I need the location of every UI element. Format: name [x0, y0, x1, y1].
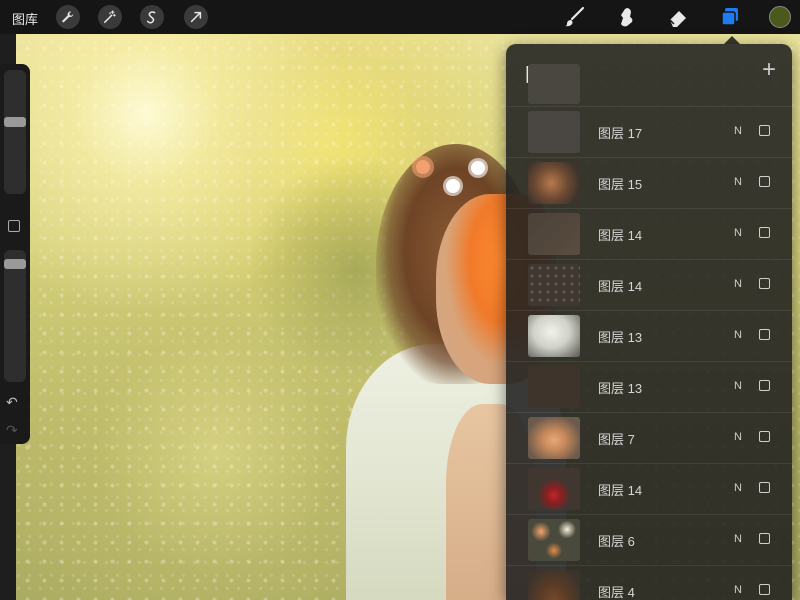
layer-name: 图层 14 — [598, 483, 643, 498]
layer-name: 图层 17 — [598, 126, 643, 141]
undo-icon[interactable]: ↶ — [6, 394, 18, 411]
layer-thumbnail[interactable] — [528, 162, 580, 204]
modify-button[interactable] — [8, 220, 20, 232]
layer-visibility-checkbox[interactable] — [759, 482, 770, 493]
layer-row[interactable]: 图层 13 N — [506, 311, 792, 362]
layers-panel: 图层 + 图层 17N图层 15N图层 14N图层 14N图层 13N图层 13… — [506, 44, 792, 600]
layer-name: 图层 7 — [598, 432, 635, 447]
layers-list: 图层 17 N 图层 15 N 图层 14 N 图层 14 N 图层 13 N 图层 13 N 图层 7… — [506, 64, 792, 600]
layer-blend-mode[interactable]: N — [734, 380, 742, 392]
layer-name: 图层 14 — [598, 279, 643, 294]
layer-thumbnail[interactable] — [528, 111, 580, 153]
painting-flower — [416, 160, 430, 174]
brush-opacity-thumb[interactable] — [4, 258, 26, 269]
top-toolbar: 图库 — [0, 0, 800, 34]
layer-name: 图层 6 — [598, 534, 635, 549]
layer-thumbnail[interactable] — [528, 315, 580, 357]
layers-panel-caret — [724, 36, 740, 44]
layer-blend-mode[interactable]: N — [734, 584, 742, 596]
eraser-icon[interactable] — [666, 5, 690, 29]
layer-visibility-checkbox[interactable] — [759, 278, 770, 289]
layer-visibility-checkbox[interactable] — [759, 329, 770, 340]
color-picker-swatch[interactable] — [769, 6, 791, 28]
gallery-button[interactable]: 图库 — [12, 9, 38, 28]
layer-blend-mode[interactable]: N — [734, 533, 742, 545]
layer-row-partial[interactable] — [506, 64, 792, 107]
layer-visibility-checkbox[interactable] — [759, 125, 770, 136]
layer-visibility-checkbox[interactable] — [759, 584, 770, 595]
layer-visibility-checkbox[interactable] — [759, 533, 770, 544]
brush-size-thumb[interactable] — [4, 116, 26, 127]
left-sidebar: ↶ ↷ — [0, 64, 30, 444]
layer-visibility-checkbox[interactable] — [759, 431, 770, 442]
layer-thumbnail[interactable] — [528, 264, 580, 306]
layer-thumbnail[interactable] — [528, 417, 580, 459]
layer-thumbnail[interactable] — [528, 519, 580, 561]
layer-visibility-checkbox[interactable] — [759, 227, 770, 238]
layer-name: 图层 13 — [598, 330, 643, 345]
layer-blend-mode[interactable]: N — [734, 431, 742, 443]
layer-row[interactable]: 图层 7 N — [506, 413, 792, 464]
layer-blend-mode[interactable]: N — [734, 125, 742, 137]
brush-size-slider[interactable] — [4, 70, 26, 194]
layer-blend-mode[interactable]: N — [734, 482, 742, 494]
layer-thumbnail[interactable] — [528, 570, 580, 600]
brush-opacity-slider[interactable] — [4, 250, 26, 382]
layer-blend-mode[interactable]: N — [734, 227, 742, 239]
brush-icon[interactable] — [562, 5, 586, 29]
layer-blend-mode[interactable]: N — [734, 176, 742, 188]
smudge-icon[interactable] — [614, 5, 638, 29]
layer-row[interactable]: 图层 4 N — [506, 566, 792, 600]
layer-visibility-checkbox[interactable] — [759, 380, 770, 391]
magic-wand-icon[interactable] — [98, 5, 122, 29]
painting-flower — [446, 179, 460, 193]
layer-row[interactable]: 图层 15 N — [506, 158, 792, 209]
plus-icon[interactable]: + — [762, 56, 776, 84]
layer-blend-mode[interactable]: N — [734, 278, 742, 290]
layer-thumbnail[interactable] — [528, 366, 580, 408]
wrench-icon[interactable] — [56, 5, 80, 29]
layers-icon[interactable] — [718, 5, 742, 29]
layer-row[interactable]: 图层 14 N — [506, 464, 792, 515]
layer-thumbnail[interactable] — [528, 213, 580, 255]
layer-visibility-checkbox[interactable] — [759, 176, 770, 187]
layer-name: 图层 14 — [598, 228, 643, 243]
painting-flower — [471, 161, 485, 175]
layer-row[interactable]: 图层 14 N — [506, 209, 792, 260]
layer-thumbnail[interactable] — [528, 468, 580, 510]
layer-name: 图层 15 — [598, 177, 643, 192]
selection-icon[interactable] — [140, 5, 164, 29]
layer-blend-mode[interactable]: N — [734, 329, 742, 341]
redo-icon[interactable]: ↷ — [6, 422, 18, 439]
arrow-transform-icon[interactable] — [184, 5, 208, 29]
layer-row[interactable]: 图层 13 N — [506, 362, 792, 413]
layer-row[interactable]: 图层 6 N — [506, 515, 792, 566]
layer-row[interactable]: 图层 17 N — [506, 107, 792, 158]
layer-row[interactable]: 图层 14 N — [506, 260, 792, 311]
layer-name: 图层 13 — [598, 381, 643, 396]
layer-name: 图层 4 — [598, 585, 635, 600]
